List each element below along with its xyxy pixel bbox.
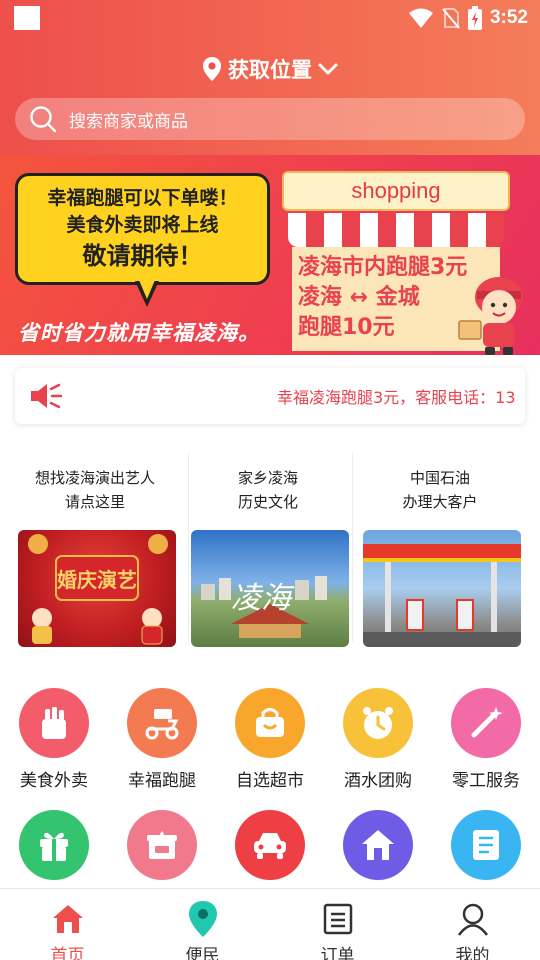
status-time: 3:52 <box>489 7 528 28</box>
delivery-mascot-icon <box>458 277 523 355</box>
feature-title-line: 想找凌海演出艺人 <box>34 469 155 487</box>
shop-line-1: 凌海市内跑腿3元 <box>298 255 468 280</box>
feature-title-line: 家乡凌海 <box>237 469 298 487</box>
map-pin-icon <box>185 901 221 937</box>
notification-icon <box>14 6 40 30</box>
location-pin-icon <box>203 57 221 81</box>
shop-line-2: 凌海 ↔ 金城 <box>298 285 420 310</box>
status-bar: 3:52 <box>0 0 540 36</box>
notice-text: 幸福凌海跑腿3元，客服电话：13 <box>277 388 516 407</box>
wedding-performance-image: 婚庆演艺 <box>18 530 176 647</box>
speaker-icon <box>31 383 63 409</box>
car-icon <box>235 810 305 880</box>
city-landscape-image: 凌海 <box>191 530 349 647</box>
battery-charging-icon <box>467 6 482 30</box>
bubble-line-3: 敬请期待！ <box>82 242 203 270</box>
bubble-line-1: 幸福跑腿可以下单喽！ <box>47 187 238 209</box>
feature-card-performers[interactable]: 想找凌海演出艺人 请点这里 婚庆演艺 <box>14 446 176 652</box>
shop-line-3: 跑腿10元 <box>298 315 395 340</box>
location-selector[interactable]: 获取位置 <box>0 52 540 86</box>
bottom-tab-bar: 首页 便民 订单 我的 <box>0 888 540 960</box>
wifi-icon <box>408 8 433 28</box>
feature-title: 家乡凌海 历史文化 <box>187 466 349 514</box>
magic-wand-icon <box>451 688 521 758</box>
service-supermarket[interactable]: 自选超市 <box>216 688 324 798</box>
fries-icon <box>19 688 89 758</box>
service-errand-run[interactable]: 幸福跑腿 <box>108 688 216 798</box>
tab-label: 便民 <box>185 946 220 960</box>
notice-bar[interactable]: 幸福凌海跑腿3元，客服电话：13 <box>15 368 525 424</box>
tab-home[interactable]: 首页 <box>0 889 135 960</box>
tab-profile[interactable]: 我的 <box>405 889 540 960</box>
home-icon <box>50 901 86 937</box>
gift-icon <box>19 810 89 880</box>
search-icon <box>30 106 57 133</box>
chevron-down-icon <box>318 63 338 75</box>
feature-title: 想找凌海演出艺人 请点这里 <box>14 466 176 514</box>
wedding-performance-caption: 婚庆演艺 <box>57 568 137 592</box>
feature-divider <box>352 452 353 642</box>
tab-label: 我的 <box>455 946 490 960</box>
basket-icon <box>235 688 305 758</box>
no-sim-icon <box>442 8 460 29</box>
tab-label: 首页 <box>50 946 85 960</box>
bubble-line-2: 美食外卖即将上线 <box>66 214 219 236</box>
location-label: 获取位置 <box>228 58 312 82</box>
feature-title-line: 请点这里 <box>64 493 125 511</box>
banner-slogan: 省时省力就用幸福凌海。 <box>18 321 260 345</box>
order-list-icon <box>320 901 356 937</box>
tab-convenience[interactable]: 便民 <box>135 889 270 960</box>
service-label: 幸福跑腿 <box>128 771 196 791</box>
service-food-delivery[interactable]: 美食外卖 <box>0 688 108 798</box>
service-label: 自选超市 <box>236 771 304 791</box>
promo-banner[interactable]: 幸福跑腿可以下单喽！ 美食外卖即将上线 敬请期待！ 省时省力就用幸福凌海。 sh… <box>0 155 540 355</box>
checklist-icon <box>451 810 521 880</box>
speech-bubble: 幸福跑腿可以下单喽！ 美食外卖即将上线 敬请期待！ <box>15 173 270 285</box>
search-input[interactable]: 搜索商家或商品 <box>15 98 525 140</box>
shop-sign-text: shopping <box>351 178 441 203</box>
gas-station-image <box>363 530 521 647</box>
scooter-icon <box>127 688 197 758</box>
feature-title-line: 中国石油 <box>409 469 470 487</box>
user-icon <box>455 901 491 937</box>
city-landscape-art: 凌海 <box>201 576 327 638</box>
service-label: 零工服务 <box>452 771 520 791</box>
service-odd-jobs[interactable]: 零工服务 <box>432 688 540 798</box>
city-landscape-caption: 凌海 <box>231 581 295 616</box>
secondhand-box-icon <box>127 810 197 880</box>
clock-icon <box>343 688 413 758</box>
wedding-performance-art: 婚庆演艺 <box>28 534 168 645</box>
feature-title-line: 办理大客户 <box>402 493 478 511</box>
service-label: 酒水团购 <box>344 771 412 791</box>
service-label: 美食外卖 <box>20 771 88 791</box>
house-icon <box>343 810 413 880</box>
status-icons: 3:52 <box>408 4 528 32</box>
shop-sign: shopping <box>282 171 510 211</box>
bubble-tail-inner <box>139 280 155 299</box>
app-header: 3:52 获取位置 搜索商家或商品 <box>0 0 540 155</box>
feature-card-petrochina[interactable]: 中国石油 办理大客户 <box>359 446 521 652</box>
gas-station-art <box>363 544 521 647</box>
feature-title: 中国石油 办理大客户 <box>359 466 521 514</box>
feature-title-line: 历史文化 <box>237 493 298 511</box>
tab-label: 订单 <box>320 946 355 960</box>
service-grid-row-1: 美食外卖 幸福跑腿 自选超市 酒水团购 零工服务 <box>0 688 540 798</box>
search-placeholder: 搜索商家或商品 <box>69 111 188 132</box>
feature-card-history[interactable]: 家乡凌海 历史文化 凌海 <box>187 446 349 652</box>
feature-cards: 想找凌海演出艺人 请点这里 婚庆演艺 家乡凌海 历史文化 凌海 中国石油 办理大… <box>0 446 540 652</box>
tab-orders[interactable]: 订单 <box>270 889 405 960</box>
shop-awning <box>288 213 504 247</box>
service-group-buy[interactable]: 酒水团购 <box>324 688 432 798</box>
